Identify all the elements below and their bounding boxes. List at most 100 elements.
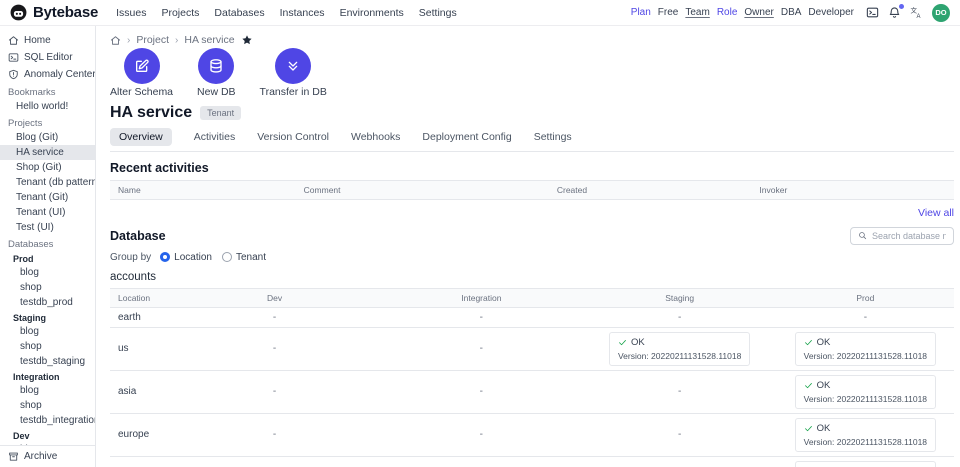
meta-owner[interactable]: Owner	[744, 7, 773, 18]
breadcrumb-separator: ›	[175, 35, 178, 46]
group-by-row: Group by LocationTenant	[110, 252, 954, 263]
status-line: OK	[804, 337, 927, 348]
sidebar-db-integration-blog[interactable]: blog	[0, 383, 95, 398]
db-col-dev: Dev	[169, 288, 380, 307]
action-alter-schema[interactable]: Alter Schema	[110, 48, 173, 98]
db-cell: OKVersion: 20220211131528.11018	[777, 327, 954, 370]
bytebase-brand[interactable]: Bytebase	[10, 4, 98, 21]
empty-cell-dash: -	[273, 386, 276, 397]
terminal-icon	[8, 52, 19, 63]
empty-cell-dash: -	[864, 312, 867, 323]
database-ok-card[interactable]: OK Version: 20220211131528.11018	[609, 332, 750, 366]
db-cell: -	[169, 413, 380, 456]
db-col-integration: Integration	[380, 288, 583, 307]
check-icon	[804, 381, 813, 390]
sidebar-project-tenant-ui[interactable]: Tenant (UI)	[0, 205, 95, 220]
groupby-tenant[interactable]: Tenant	[222, 252, 266, 263]
status-text: OK	[817, 380, 831, 391]
nav-databases[interactable]: Databases	[214, 7, 264, 19]
tab-settings[interactable]: Settings	[534, 128, 572, 146]
sidebar-item-home[interactable]: Home	[0, 32, 95, 49]
db-cell: -	[380, 370, 583, 413]
db-cell: -	[169, 456, 380, 467]
db-row-asia: asia---OKVersion: 20220211131528.11018	[110, 370, 954, 413]
env-label-integration: Integration	[0, 369, 95, 383]
sidebar-db-integration-shop[interactable]: shop	[0, 398, 95, 413]
database-ok-card[interactable]: OKVersion: 20220211131528.11018	[795, 461, 936, 467]
env-label-dev: Dev	[0, 428, 95, 442]
bookmark-hello-world[interactable]: Hello world!	[0, 99, 95, 114]
translate-icon[interactable]: 文A	[910, 6, 923, 19]
db-row-europe: europe---OKVersion: 20220211131528.11018	[110, 413, 954, 456]
search-input[interactable]	[872, 231, 946, 241]
database-ok-card[interactable]: OKVersion: 20220211131528.11018	[795, 332, 936, 366]
nav-settings[interactable]: Settings	[419, 7, 457, 19]
ra-col-created: Created	[549, 181, 752, 200]
sidebar-db-integration-testdb-integration[interactable]: testdb_integration	[0, 413, 95, 428]
sidebar-db-prod-testdb-prod[interactable]: testdb_prod	[0, 295, 95, 310]
sidebar-db-staging-shop[interactable]: shop	[0, 339, 95, 354]
database-ok-card[interactable]: OKVersion: 20220211131528.11018	[795, 418, 936, 452]
nav-projects[interactable]: Projects	[161, 7, 199, 19]
breadcrumb-current[interactable]: HA service	[184, 34, 234, 46]
db-row-us: us--OKVersion: 20220211131528.11018OKVer…	[110, 327, 954, 370]
tab-activities[interactable]: Activities	[194, 128, 235, 146]
tab-webhooks[interactable]: Webhooks	[351, 128, 400, 146]
action-new-db[interactable]: New DB	[197, 48, 236, 98]
radio-icon	[222, 252, 232, 262]
avatar[interactable]: DO	[932, 4, 950, 22]
version-text: Version: 20220211131528.11018	[618, 351, 741, 361]
tab-deployment-config[interactable]: Deployment Config	[422, 128, 511, 146]
sidebar-project-ha-service[interactable]: HA service	[0, 145, 95, 160]
ra-col-invoker: Invoker	[751, 181, 954, 200]
db-cell: OKVersion: 20220211131528.11018	[777, 370, 954, 413]
groupby-location[interactable]: Location	[160, 252, 212, 263]
sidebar-project-test-ui[interactable]: Test (UI)	[0, 220, 95, 235]
tab-version-control[interactable]: Version Control	[257, 128, 329, 146]
nav-environments[interactable]: Environments	[340, 7, 404, 19]
sidebar-db-staging-testdb-staging[interactable]: testdb_staging	[0, 354, 95, 369]
empty-cell-dash: -	[480, 429, 483, 440]
sidebar-item-label: Anomaly Center	[24, 69, 95, 80]
bell-icon[interactable]	[888, 6, 901, 19]
sidebar-project-tenant-db-pattern[interactable]: Tenant (db pattern)	[0, 175, 95, 190]
db-cell: -	[380, 307, 583, 327]
db-cell: -	[583, 413, 777, 456]
db-row-location: asia	[110, 370, 169, 413]
db-cell: -	[777, 307, 954, 327]
sidebar: HomeSQL EditorAnomaly Center Bookmarks H…	[0, 26, 96, 467]
action-transfer-in-db[interactable]: Transfer in DB	[260, 48, 327, 98]
sidebar-item-archive[interactable]: Archive	[0, 445, 95, 467]
view-all-link[interactable]: View all	[110, 207, 954, 219]
status-line: OK	[804, 380, 927, 391]
sidebar-project-shop-git[interactable]: Shop (Git)	[0, 160, 95, 175]
sidebar-project-tenant-git[interactable]: Tenant (Git)	[0, 190, 95, 205]
breadcrumb-project[interactable]: Project	[136, 34, 169, 46]
meta-dba: DBA	[781, 7, 802, 18]
sidebar-item-sql-editor[interactable]: SQL Editor	[0, 49, 95, 66]
meta-team[interactable]: Team	[685, 7, 709, 18]
brand-name: Bytebase	[33, 4, 98, 21]
main-content: › Project › HA service Alter SchemaNew D…	[96, 26, 960, 467]
home-icon[interactable]	[110, 35, 121, 46]
nav-issues[interactable]: Issues	[116, 7, 146, 19]
env-label-prod: Prod	[0, 251, 95, 265]
recent-activities-table: NameCommentCreatedInvoker	[110, 180, 954, 204]
sidebar-db-prod-shop[interactable]: shop	[0, 280, 95, 295]
database-ok-card[interactable]: OKVersion: 20220211131528.11018	[795, 375, 936, 409]
sidebar-db-prod-blog[interactable]: blog	[0, 265, 95, 280]
db-cell: -	[583, 456, 777, 467]
check-icon	[618, 338, 627, 347]
db-cell: -	[380, 413, 583, 456]
sidebar-db-staging-blog[interactable]: blog	[0, 324, 95, 339]
db-cell: -	[169, 327, 380, 370]
archive-label: Archive	[24, 451, 57, 462]
status-text: OK	[631, 337, 645, 348]
nav-instances[interactable]: Instances	[280, 7, 325, 19]
db-cell: -	[583, 307, 777, 327]
star-icon[interactable]	[241, 34, 253, 46]
terminal-icon[interactable]	[866, 6, 879, 19]
sidebar-item-anomaly-center[interactable]: Anomaly Center	[0, 66, 95, 83]
tab-overview[interactable]: Overview	[110, 128, 172, 146]
sidebar-project-blog-git[interactable]: Blog (Git)	[0, 130, 95, 145]
